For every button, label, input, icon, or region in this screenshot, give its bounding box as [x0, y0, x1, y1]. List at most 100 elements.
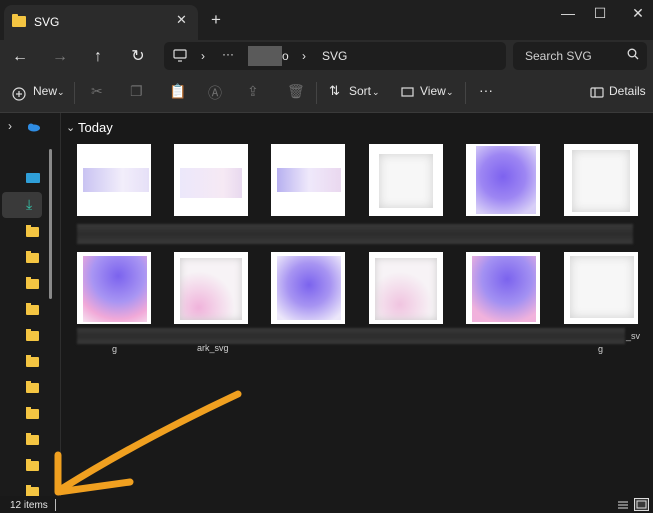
collapse-chevron-icon[interactable]: ⌄ [66, 121, 75, 134]
refresh-button[interactable]: ↻ [125, 44, 151, 70]
search-box[interactable]: Search SVG [513, 42, 647, 70]
tab-svg[interactable]: SVG ✕ [4, 5, 198, 40]
chevron-down-icon: ⌄ [446, 87, 454, 97]
view-icon [401, 87, 414, 97]
thumbnail-image [83, 168, 149, 192]
share-icon[interactable]: ⇪ [247, 83, 259, 100]
file-thumbnail[interactable] [564, 144, 638, 216]
expand-chevron-icon[interactable]: › [8, 119, 12, 133]
file-thumbnail[interactable] [77, 252, 151, 324]
details-pane-icon [590, 87, 604, 98]
large-icons-view-icon[interactable] [634, 498, 649, 511]
breadcrumb-partial[interactable]: o [282, 49, 289, 63]
search-icon[interactable] [627, 48, 639, 60]
new-plus-icon [12, 87, 26, 101]
this-pc-icon [173, 49, 187, 62]
address-bar[interactable]: › ··· o › SVG [164, 42, 506, 70]
navigation-pane: › ⤓ [0, 113, 61, 497]
thumbnail-image [277, 256, 341, 320]
breadcrumb-separator: › [302, 49, 306, 63]
file-thumbnail[interactable] [77, 144, 151, 216]
chevron-down-icon: ⌄ [372, 87, 380, 97]
file-thumbnail[interactable] [271, 252, 345, 324]
thumbnail-image [570, 256, 634, 318]
sort-button[interactable]: Sort [349, 84, 371, 98]
title-bar: SVG ✕ + — ☐ ✕ [0, 0, 653, 40]
tab-title: SVG [34, 15, 60, 29]
thumbnail-image [379, 154, 433, 208]
redacted-path [248, 46, 282, 66]
maximize-button[interactable]: ☐ [588, 5, 612, 22]
paste-icon[interactable]: 📋 [169, 83, 186, 100]
breadcrumb-overflow[interactable]: ··· [222, 47, 234, 61]
cut-icon[interactable]: ✂ [91, 83, 103, 100]
forward-button[interactable]: → [47, 44, 73, 70]
command-bar: New ⌄ ✂ ❐ 📋 Ⓐ ⇪ 🗑 ⇅ Sort ⌄ View ⌄ ··· De… [0, 74, 653, 113]
file-thumbnail[interactable] [174, 144, 248, 216]
desktop-icon[interactable] [26, 173, 40, 183]
file-thumbnail[interactable] [271, 144, 345, 216]
onedrive-cloud-icon[interactable] [25, 122, 41, 132]
folder-icon[interactable] [26, 251, 39, 263]
back-button[interactable]: ← [7, 44, 33, 70]
thumbnail-image [572, 150, 630, 212]
new-tab-button[interactable]: + [211, 10, 221, 30]
folder-icon[interactable] [26, 303, 39, 315]
file-name[interactable]: g [112, 344, 117, 354]
tab-close-icon[interactable]: ✕ [176, 12, 187, 28]
navigation-bar: ← → ↑ ↻ › ··· o › SVG Search SVG [0, 40, 653, 74]
file-name[interactable]: g [598, 344, 603, 354]
file-thumbnail[interactable] [466, 252, 540, 324]
up-button[interactable]: ↑ [85, 44, 111, 70]
thumbnail-image [83, 256, 147, 322]
details-view-icon[interactable] [616, 499, 630, 511]
item-count: 12 items [10, 500, 48, 511]
group-header-today[interactable]: Today [78, 120, 113, 135]
breadcrumb-separator: › [201, 49, 205, 63]
thumbnail-image [180, 168, 242, 198]
folder-icon[interactable] [26, 329, 39, 341]
close-window-button[interactable]: ✕ [626, 5, 650, 22]
copy-icon[interactable]: ❐ [130, 83, 143, 100]
sidebar-scrollbar[interactable] [49, 149, 52, 299]
folder-icon[interactable] [26, 459, 39, 471]
folder-icon[interactable] [26, 381, 39, 393]
rename-icon[interactable]: Ⓐ [208, 83, 222, 103]
chevron-down-icon: ⌄ [57, 87, 65, 97]
minimize-button[interactable]: — [556, 5, 580, 21]
file-thumbnail[interactable] [466, 144, 540, 216]
sidebar-item-downloads[interactable] [2, 192, 42, 218]
thumbnail-image [180, 258, 242, 320]
file-thumbnail[interactable] [369, 252, 443, 324]
delete-icon[interactable]: 🗑 [287, 83, 305, 100]
file-thumbnail[interactable] [174, 252, 248, 324]
status-bar: 12 items [0, 496, 653, 513]
folder-icon [12, 14, 26, 27]
divider [465, 82, 466, 104]
folder-icon[interactable] [26, 407, 39, 419]
download-icon: ⤓ [26, 196, 33, 212]
search-placeholder: Search SVG [525, 49, 592, 63]
sort-icon: ⇅ [329, 83, 340, 98]
more-options-button[interactable]: ··· [479, 82, 493, 98]
details-button[interactable]: Details [609, 84, 646, 98]
text-cursor [55, 499, 56, 511]
thumbnail-image [472, 256, 536, 322]
divider [74, 82, 75, 104]
folder-icon[interactable] [26, 355, 39, 367]
redacted-file-names [77, 224, 633, 244]
file-name[interactable]: ark_svg [197, 343, 229, 353]
file-thumbnail[interactable] [564, 252, 638, 324]
folder-icon[interactable] [26, 433, 39, 445]
file-name[interactable]: _sv [626, 331, 640, 341]
file-thumbnail[interactable] [369, 144, 443, 216]
new-button[interactable]: New [33, 84, 57, 98]
folder-icon[interactable] [26, 277, 39, 289]
breadcrumb-current[interactable]: SVG [322, 49, 347, 63]
thumbnail-image [476, 146, 536, 214]
view-button[interactable]: View [420, 84, 446, 98]
thumbnail-image [375, 258, 437, 320]
divider [316, 82, 317, 104]
folder-icon[interactable] [26, 225, 39, 237]
thumbnail-image [277, 168, 341, 192]
